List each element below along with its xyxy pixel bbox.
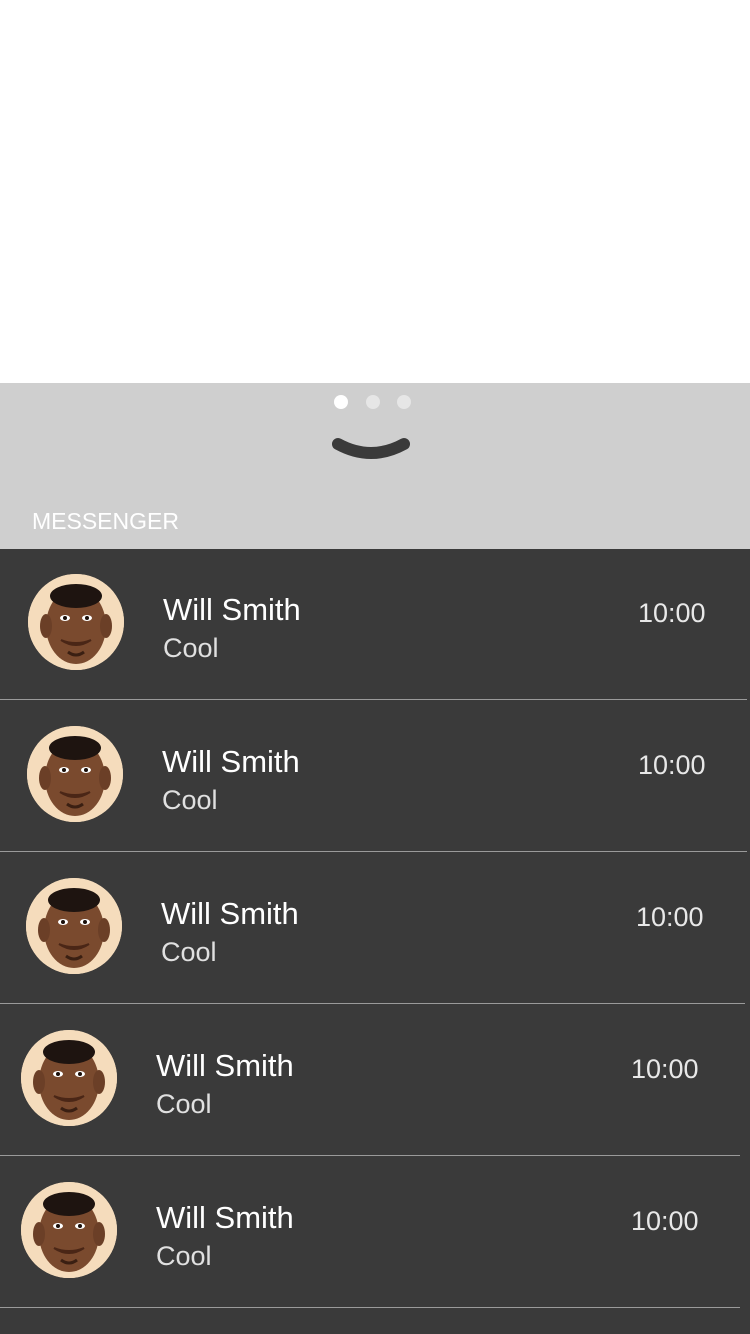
- section-title: MESSENGER: [32, 508, 179, 534]
- row-divider: [0, 1307, 740, 1308]
- avatar: [26, 878, 122, 974]
- avatar: [21, 1030, 117, 1126]
- row-divider: [0, 699, 747, 700]
- avatar-face-icon: [27, 726, 123, 822]
- avatar-face-icon: [21, 1182, 117, 1278]
- last-message: Cool: [162, 785, 218, 815]
- row-divider: [0, 1003, 745, 1004]
- empty-content-area: [0, 0, 750, 383]
- contact-name: Will Smith: [163, 592, 301, 627]
- avatar: [28, 574, 124, 670]
- message-time: 10:00: [631, 1206, 699, 1236]
- contact-name: Will Smith: [156, 1200, 294, 1235]
- page-dot-3[interactable]: [397, 395, 411, 409]
- chevron-down-icon[interactable]: [332, 436, 410, 464]
- avatar: [27, 726, 123, 822]
- contact-name: Will Smith: [156, 1048, 294, 1083]
- avatar: [21, 1182, 117, 1278]
- page-dot-2[interactable]: [366, 395, 380, 409]
- contact-name: Will Smith: [161, 896, 299, 931]
- row-divider: [0, 851, 747, 852]
- contact-name: Will Smith: [162, 744, 300, 779]
- row-divider: [0, 1155, 740, 1156]
- last-message: Cool: [161, 937, 217, 967]
- last-message: Cool: [156, 1241, 212, 1271]
- last-message: Cool: [156, 1089, 212, 1119]
- avatar-face-icon: [28, 574, 124, 670]
- last-message: Cool: [163, 633, 219, 663]
- message-time: 10:00: [638, 750, 706, 780]
- message-time: 10:00: [631, 1054, 699, 1084]
- page-dot-1[interactable]: [334, 395, 348, 409]
- message-time: 10:00: [638, 598, 706, 628]
- page-indicator: [0, 395, 750, 409]
- avatar-face-icon: [21, 1030, 117, 1126]
- message-time: 10:00: [636, 902, 704, 932]
- avatar-face-icon: [26, 878, 122, 974]
